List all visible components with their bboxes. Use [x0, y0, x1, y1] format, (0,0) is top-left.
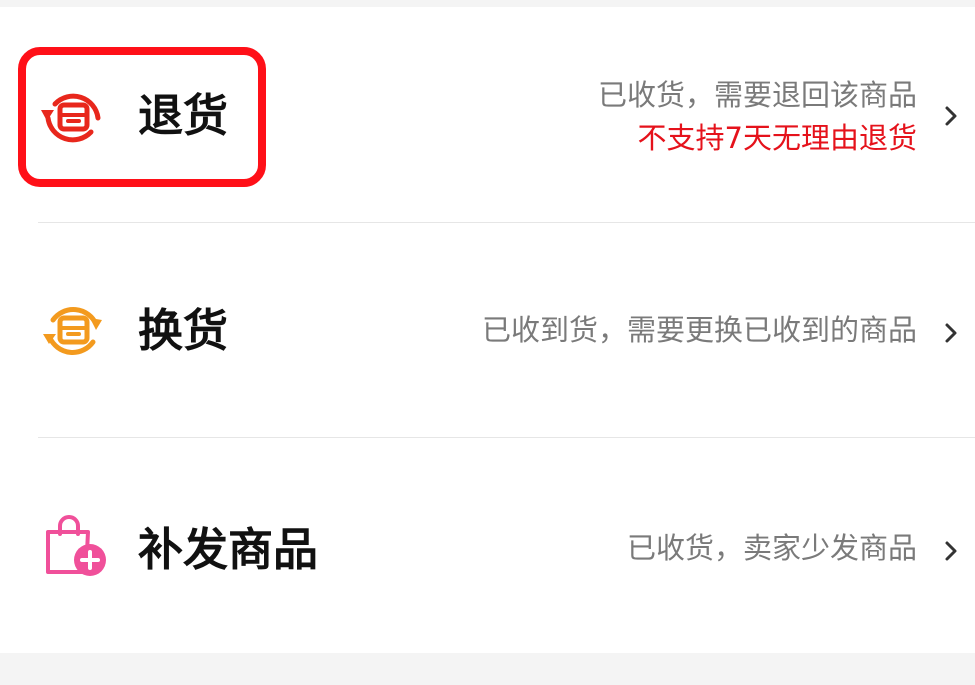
- option-return-warning: 不支持7天无理由退货: [637, 121, 917, 155]
- option-exchange-row[interactable]: 换货 已收到货，需要更换已收到的商品: [0, 223, 975, 438]
- option-reship-title: 补发商品: [138, 523, 319, 576]
- option-exchange-description: 已收到货，需要更换已收到的商品: [481, 313, 917, 347]
- option-exchange-title: 换货: [138, 304, 229, 357]
- chevron-right-icon: [943, 540, 959, 562]
- reship-bag-icon: [40, 512, 110, 582]
- option-return-description: 已收货，需要退回该商品: [597, 78, 917, 112]
- option-return-row[interactable]: 退货 已收货，需要退回该商品 不支持7天无理由退货: [0, 7, 975, 223]
- chevron-right-icon: [943, 105, 959, 127]
- return-box-icon: [38, 83, 108, 153]
- option-return-title: 退货: [138, 89, 229, 142]
- option-reship-description: 已收货，卖家少发商品: [626, 531, 917, 565]
- bottom-background: [0, 653, 975, 685]
- exchange-box-icon: [38, 296, 108, 366]
- option-reship-row[interactable]: 补发商品 已收货，卖家少发商品: [0, 438, 975, 653]
- top-background: [0, 0, 975, 7]
- chevron-right-icon: [943, 322, 959, 344]
